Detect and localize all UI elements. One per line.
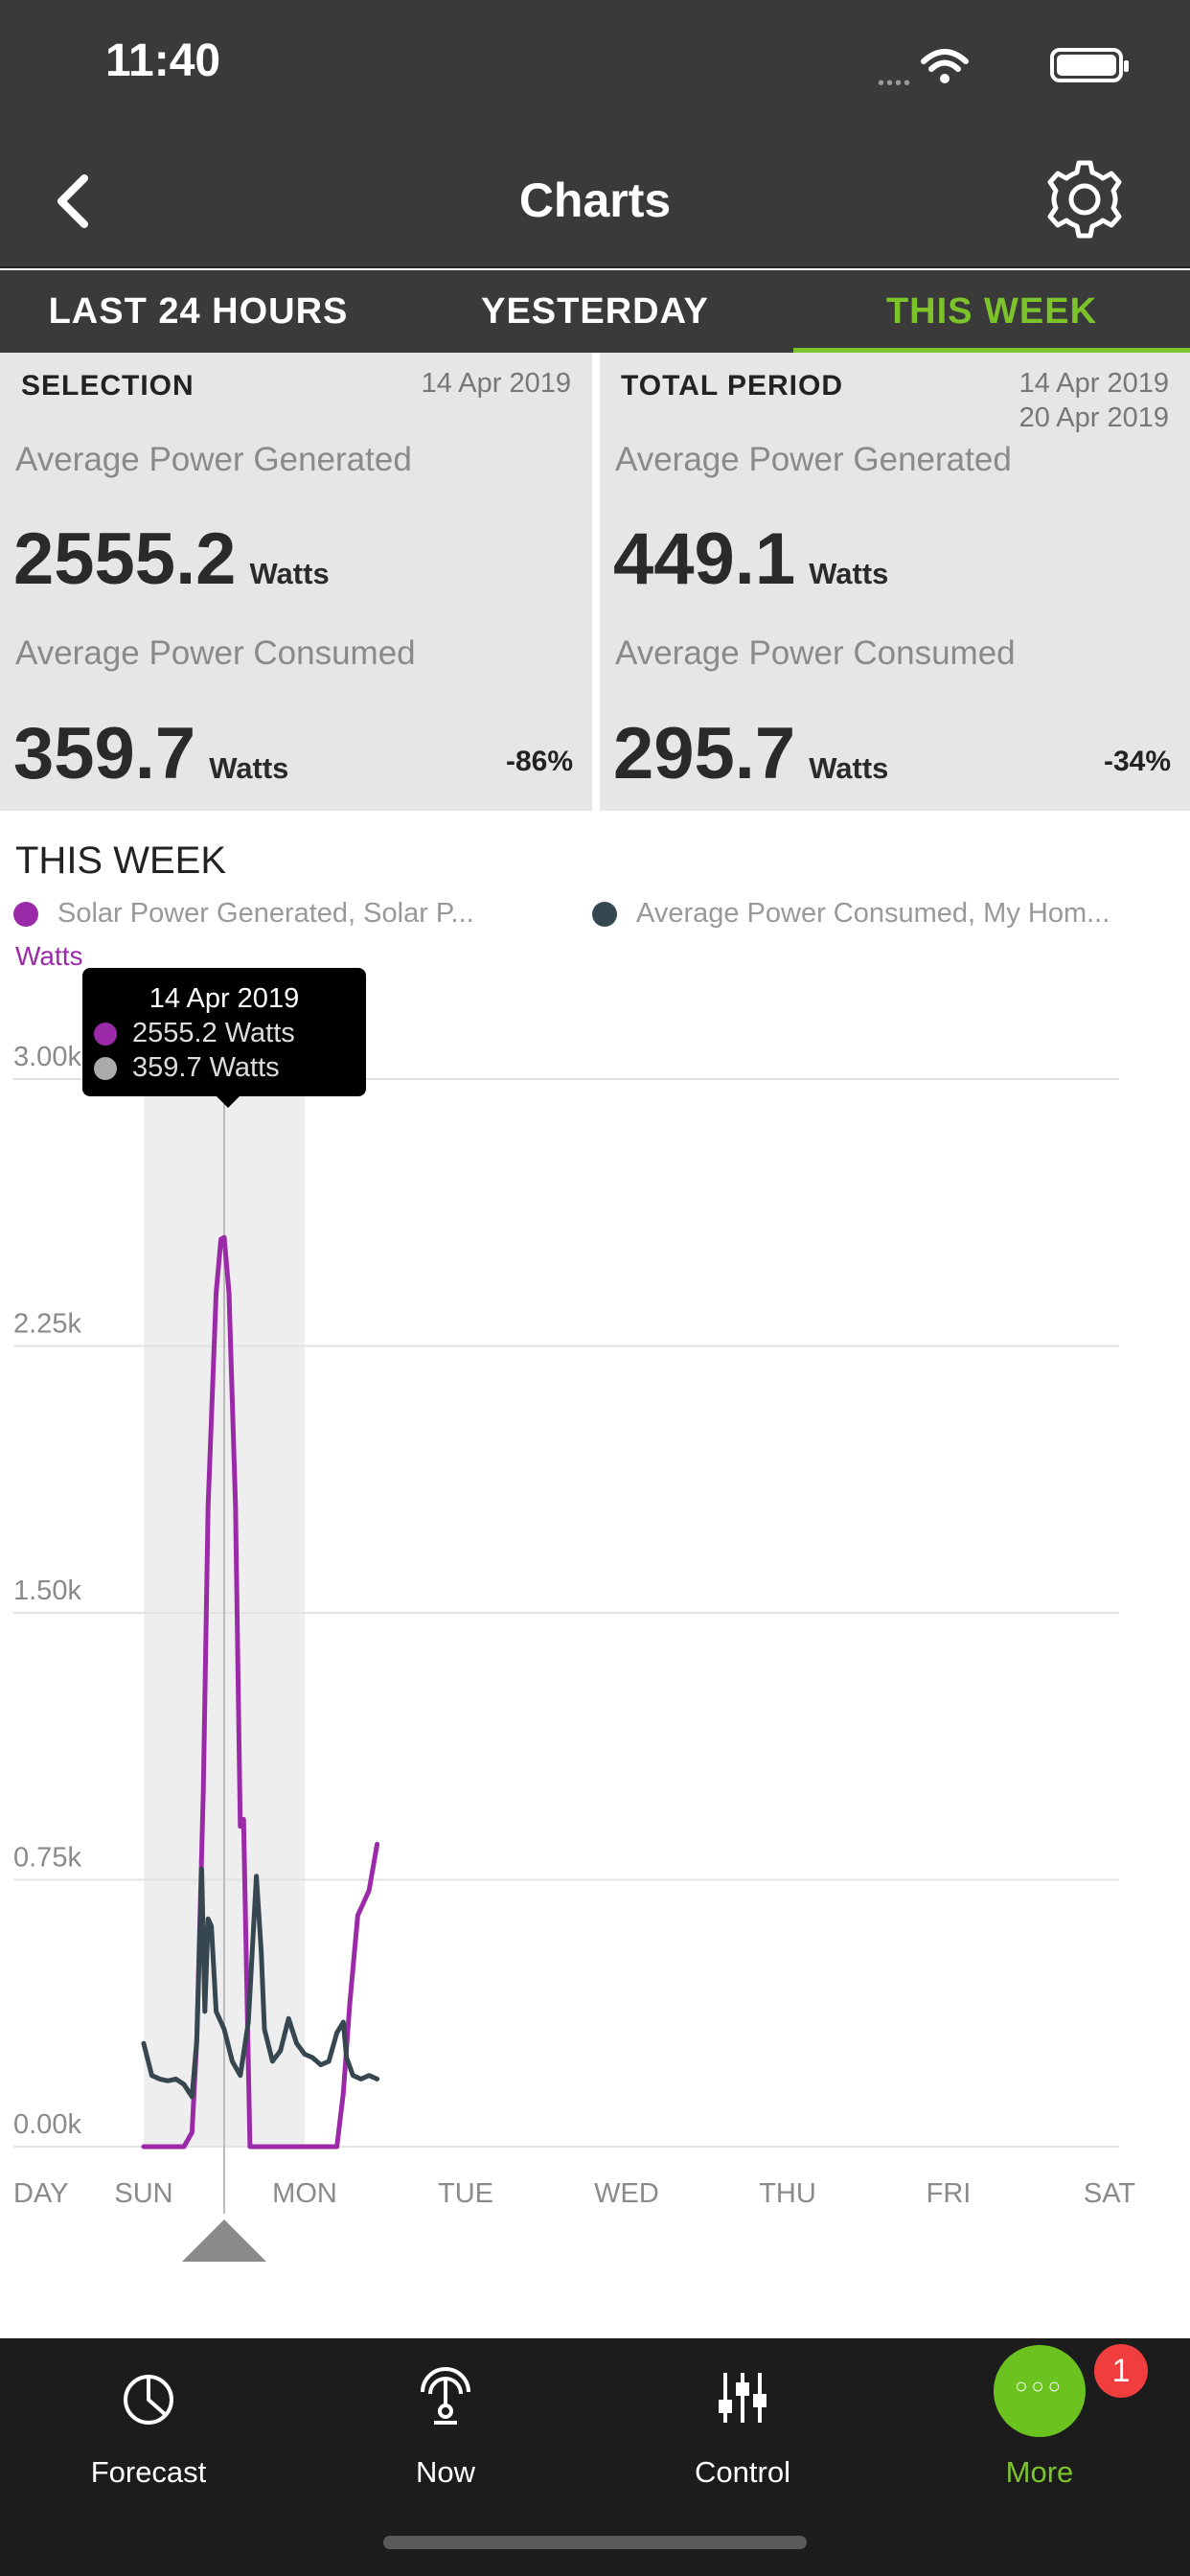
- total-generated-value: 449.1 Watts: [613, 518, 888, 601]
- selection-panel: SELECTION 14 Apr 2019 Average Power Gene…: [0, 353, 592, 811]
- y-tick-label: 3.00k: [13, 1042, 81, 1072]
- total-generated-number: 449.1: [613, 518, 796, 600]
- nav-bar: Charts: [0, 134, 1190, 268]
- x-tick-label: WED: [594, 2178, 659, 2209]
- selection-consumed-percent: -86%: [505, 746, 573, 777]
- total-period-end-date: 20 Apr 2019: [1018, 402, 1169, 433]
- total-consumed-unit: Watts: [809, 751, 889, 785]
- y-tick-label: 0.75k: [13, 1843, 81, 1874]
- x-tick-label: TUE: [438, 2178, 493, 2209]
- sliders-icon: [719, 2373, 767, 2423]
- total-consumed-label: Average Power Consumed: [615, 634, 1016, 672]
- legend-item-generated[interactable]: Solar Power Generated, Solar P...: [13, 898, 474, 930]
- status-time: 11:40: [105, 35, 221, 86]
- x-tick-label: MON: [272, 2178, 337, 2209]
- total-consumed-number: 295.7: [613, 713, 796, 794]
- gauge-icon: [421, 2367, 470, 2425]
- selection-generated-label: Average Power Generated: [15, 441, 412, 478]
- selection-generated-number: 2555.2: [13, 518, 237, 600]
- total-period-dates: 14 Apr 2019 20 Apr 2019: [1019, 366, 1169, 435]
- tab-control[interactable]: Control: [594, 2338, 891, 2530]
- selection-heading: SELECTION: [21, 370, 195, 402]
- selection-consumed-value: 359.7 Watts: [13, 712, 288, 795]
- tab-yesterday[interactable]: YESTERDAY: [397, 270, 793, 353]
- selection-date: 14 Apr 2019: [421, 368, 571, 399]
- wifi-icon: [921, 49, 969, 83]
- total-generated-unit: Watts: [809, 557, 889, 590]
- total-period-panel: TOTAL PERIOD 14 Apr 2019 20 Apr 2019 Ave…: [600, 353, 1190, 811]
- chart-tooltip: 14 Apr 2019 2555.2 Watts 359.7 Watts: [82, 968, 366, 1108]
- tab-now[interactable]: Now: [297, 2338, 594, 2530]
- selection-generated-value: 2555.2 Watts: [13, 518, 330, 601]
- total-period-start-date: 14 Apr 2019: [1018, 368, 1169, 399]
- notification-badge: 1: [1094, 2344, 1148, 2398]
- tooltip-consumed-dot: [94, 1056, 117, 1080]
- tab-forecast[interactable]: Forecast: [0, 2338, 297, 2530]
- selection-consumed-number: 359.7: [13, 713, 196, 794]
- x-tick-label: THU: [759, 2178, 816, 2209]
- tab-control-label: Control: [695, 2455, 790, 2489]
- forecast-icon: [124, 2375, 173, 2425]
- legend-item-consumed[interactable]: Average Power Consumed, My Hom...: [592, 898, 1110, 930]
- legend-label-generated: Solar Power Generated, Solar P...: [57, 898, 474, 929]
- tooltip-generated-row: 2555.2 Watts: [94, 1018, 295, 1049]
- tooltip-consumed-row: 359.7 Watts: [94, 1052, 280, 1084]
- selection-consumed-label: Average Power Consumed: [15, 634, 416, 672]
- selection-generated-unit: Watts: [249, 557, 330, 590]
- x-tick-label: SUN: [114, 2178, 172, 2209]
- y-tick-label: 0.00k: [13, 2109, 81, 2140]
- tab-forecast-label: Forecast: [90, 2455, 207, 2489]
- x-tick-label: SAT: [1084, 2178, 1136, 2209]
- total-generated-label: Average Power Generated: [615, 441, 1012, 478]
- selection-handle: [182, 2220, 266, 2262]
- home-indicator: [383, 2536, 807, 2549]
- signal-icon: ••••: [877, 73, 912, 94]
- gear-icon[interactable]: [1037, 151, 1133, 247]
- total-consumed-value: 295.7 Watts: [613, 712, 888, 795]
- selection-consumed-unit: Watts: [209, 751, 289, 785]
- legend-dot-generated: [13, 901, 38, 927]
- chart-title: THIS WEEK: [15, 840, 227, 882]
- tooltip-consumed-value: 359.7 Watts: [132, 1052, 280, 1083]
- power-chart[interactable]: 3.00k 2.25k 1.50k 0.75k 0.00k DAY SUN MON TUE WED…: [0, 949, 1190, 2290]
- tooltip-generated-value: 2555.2 Watts: [132, 1018, 295, 1048]
- tab-this-week[interactable]: THIS WEEK: [793, 270, 1190, 353]
- more-icon: ○○○: [994, 2345, 1086, 2437]
- tooltip-generated-dot: [94, 1022, 117, 1046]
- summary-panels: SELECTION 14 Apr 2019 Average Power Gene…: [0, 353, 1190, 811]
- x-axis-label: DAY: [13, 2178, 68, 2209]
- legend-dot-consumed: [592, 901, 617, 927]
- tooltip-date: 14 Apr 2019: [149, 983, 300, 1014]
- total-period-heading: TOTAL PERIOD: [621, 370, 844, 402]
- x-tick-label: FRI: [927, 2178, 972, 2209]
- y-tick-label: 1.50k: [13, 1576, 81, 1606]
- total-consumed-percent: -34%: [1103, 746, 1171, 777]
- page-title: Charts: [518, 173, 672, 227]
- y-tick-label: 2.25k: [13, 1309, 81, 1340]
- battery-icon: [1050, 48, 1129, 82]
- status-bar: 11:40 ••••: [0, 0, 1190, 134]
- tab-last-24-hours[interactable]: LAST 24 HOURS: [0, 270, 397, 353]
- tab-now-label: Now: [415, 2455, 475, 2489]
- tooltip-pointer: [217, 1096, 240, 1108]
- tab-more-label: More: [1005, 2455, 1074, 2489]
- period-tabs: LAST 24 HOURS YESTERDAY THIS WEEK: [0, 270, 1190, 353]
- legend-label-consumed: Average Power Consumed, My Hom...: [636, 898, 1110, 929]
